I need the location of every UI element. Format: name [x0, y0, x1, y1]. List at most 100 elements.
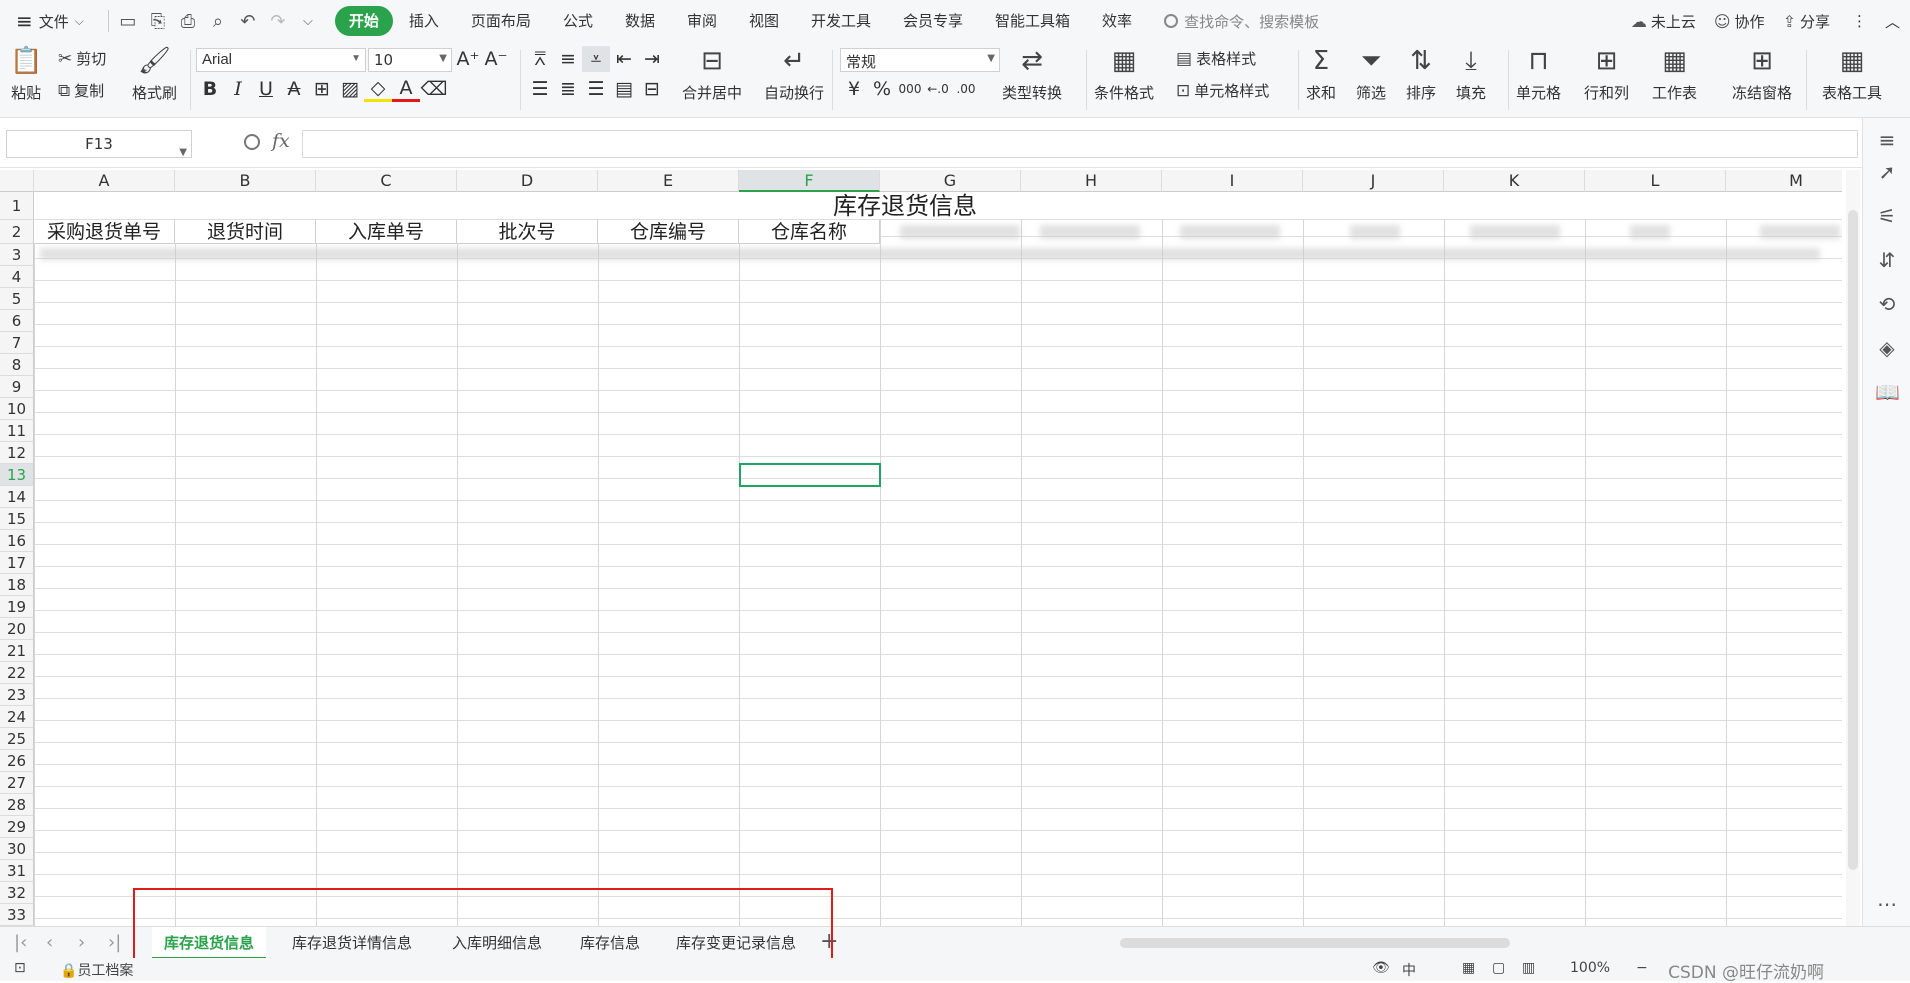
undo-icon[interactable]: ↶	[235, 8, 261, 34]
wrap-text-button[interactable]: ↵ 自动换行	[764, 46, 824, 103]
export-pdf-icon[interactable]: ⎘	[145, 8, 171, 34]
prev-sheet-icon[interactable]: ‹	[46, 932, 53, 953]
row-header-3[interactable]: 3	[0, 244, 34, 266]
backup-icon[interactable]: ⟲	[1875, 292, 1899, 316]
book-icon[interactable]: 📖	[1875, 380, 1900, 404]
format-painter-button[interactable]: 🖌 格式刷	[132, 46, 177, 103]
print-preview-icon[interactable]: ⌕	[205, 8, 231, 34]
formula-input[interactable]	[302, 130, 1858, 158]
more-icon[interactable]: ⋯	[1875, 892, 1899, 916]
paste-button[interactable]: 📋 粘贴	[10, 46, 42, 103]
align-bottom-icon[interactable]: ⩡	[582, 46, 610, 72]
row-header-23[interactable]: 23	[0, 684, 34, 706]
row-header-5[interactable]: 5	[0, 288, 34, 310]
italic-icon[interactable]: I	[224, 76, 252, 102]
font-size-select[interactable]: 10 ▼	[368, 48, 452, 72]
collab-button[interactable]: ☺ 协作	[1714, 11, 1765, 32]
row-header-4[interactable]: 4	[0, 266, 34, 288]
table-tools-button[interactable]: ▦ 表格工具	[1822, 46, 1882, 103]
row-header-19[interactable]: 19	[0, 596, 34, 618]
merge-center-button[interactable]: ⊟ 合并居中	[682, 46, 742, 103]
cell-button[interactable]: ⊓ 单元格	[1516, 46, 1561, 103]
align-top-icon[interactable]: ⩞	[526, 46, 554, 72]
cloud-status-button[interactable]: ☁ 未上云	[1631, 11, 1696, 32]
decrease-font-icon[interactable]: A⁻	[482, 46, 510, 72]
cell-pattern-icon[interactable]: ▨	[336, 76, 364, 102]
macro-record-icon[interactable]: ⊡	[14, 960, 26, 976]
row-header-12[interactable]: 12	[0, 442, 34, 464]
distributed-icon[interactable]: ⊟	[638, 76, 666, 102]
input-mode[interactable]: 中	[1402, 960, 1416, 980]
row-header-24[interactable]: 24	[0, 706, 34, 728]
font-color-icon[interactable]: A	[392, 76, 420, 102]
ai-assistant-icon[interactable]: ◈	[1875, 336, 1899, 360]
currency-icon[interactable]: ¥	[840, 76, 868, 102]
row-header-26[interactable]: 26	[0, 750, 34, 772]
normal-view-icon[interactable]: ▦	[1462, 960, 1475, 976]
strikethrough-icon[interactable]: A	[280, 76, 308, 102]
header-cell-E[interactable]: 仓库编号	[598, 220, 739, 244]
sheet-title-cell[interactable]: 库存退货信息	[34, 192, 1842, 220]
spreadsheet-grid[interactable]: 库存退货信息 A B C D E F G H I J K L M 1 2 3 4 5 6 7 8 9 10 11 12 13 14 1…	[0, 170, 1842, 926]
header-cell-A[interactable]: 采购退货单号	[34, 220, 175, 244]
row-header-18[interactable]: 18	[0, 574, 34, 596]
thousands-separator-icon[interactable]: 000	[896, 76, 924, 102]
increase-font-icon[interactable]: A⁺	[454, 46, 482, 72]
row-header-6[interactable]: 6	[0, 310, 34, 332]
align-middle-icon[interactable]: ≡	[554, 46, 582, 72]
tab-view[interactable]: 视图	[733, 6, 795, 36]
cut-button[interactable]: ✂ 剪切	[58, 48, 106, 69]
rows-columns-button[interactable]: ⊞ 行和列	[1584, 46, 1629, 103]
cell-style-button[interactable]: ⊡ 单元格样式	[1176, 80, 1269, 101]
column-header-E[interactable]: E	[598, 170, 739, 192]
sort-button[interactable]: ⇅ 排序	[1406, 46, 1436, 103]
zoom-level[interactable]: 100%	[1570, 960, 1610, 976]
save-icon[interactable]: ▭	[115, 8, 141, 34]
copy-button[interactable]: ⧉ 复制	[58, 80, 104, 101]
header-cell-C[interactable]: 入库单号	[316, 220, 457, 244]
function-icon[interactable]: fx	[272, 130, 290, 152]
borders-icon[interactable]: ⊞	[308, 76, 336, 102]
zoom-out-icon[interactable]: −	[1636, 960, 1648, 976]
name-box[interactable]: F13 ▼	[6, 130, 192, 158]
collapse-panel-icon[interactable]: ≡	[1875, 128, 1899, 152]
selected-cell[interactable]	[739, 463, 881, 487]
row-header-30[interactable]: 30	[0, 838, 34, 860]
header-cell-F[interactable]: 仓库名称	[739, 220, 880, 244]
row-header-20[interactable]: 20	[0, 618, 34, 640]
zoom-icon[interactable]	[244, 134, 260, 150]
row-header-9[interactable]: 9	[0, 376, 34, 398]
row-header-2[interactable]: 2	[0, 220, 34, 244]
tab-formulas[interactable]: 公式	[547, 6, 609, 36]
tab-member[interactable]: 会员专享	[887, 6, 979, 36]
page-break-view-icon[interactable]: ▥	[1522, 960, 1535, 976]
column-header-H[interactable]: H	[1021, 170, 1162, 192]
tab-efficiency[interactable]: 效率	[1086, 6, 1148, 36]
decrease-decimal-icon[interactable]: .00	[952, 76, 980, 102]
row-header-28[interactable]: 28	[0, 794, 34, 816]
fill-button[interactable]: ⤓ 填充	[1456, 46, 1486, 103]
cell-area[interactable]	[34, 192, 1842, 926]
row-header-27[interactable]: 27	[0, 772, 34, 794]
column-header-G[interactable]: G	[880, 170, 1021, 192]
font-name-select[interactable]: Arial ▼	[196, 48, 366, 72]
tab-home[interactable]: 开始	[334, 6, 393, 36]
customize-dropdown-icon[interactable]: ⌵	[295, 8, 321, 34]
vertical-scrollbar[interactable]	[1846, 170, 1860, 926]
collapse-ribbon-icon[interactable]: ︿	[1885, 11, 1900, 32]
align-right-icon[interactable]: ☰	[582, 76, 610, 102]
properties-icon[interactable]: ⚟	[1875, 204, 1899, 228]
tab-insert[interactable]: 插入	[393, 6, 455, 36]
column-header-C[interactable]: C	[316, 170, 457, 192]
row-header-29[interactable]: 29	[0, 816, 34, 838]
horizontal-scrollbar[interactable]	[1100, 936, 1812, 950]
eye-protect-icon[interactable]: 👁	[1372, 960, 1390, 976]
more-menu-icon[interactable]: ⋮	[1852, 12, 1867, 30]
row-header-22[interactable]: 22	[0, 662, 34, 684]
row-header-17[interactable]: 17	[0, 552, 34, 574]
table-style-button[interactable]: ▤ 表格样式	[1176, 48, 1256, 69]
redo-icon[interactable]: ↷	[265, 8, 291, 34]
last-sheet-icon[interactable]: ›|	[108, 932, 121, 953]
tab-page-layout[interactable]: 页面布局	[455, 6, 547, 36]
worksheet-button[interactable]: ▦ 工作表	[1652, 46, 1697, 103]
